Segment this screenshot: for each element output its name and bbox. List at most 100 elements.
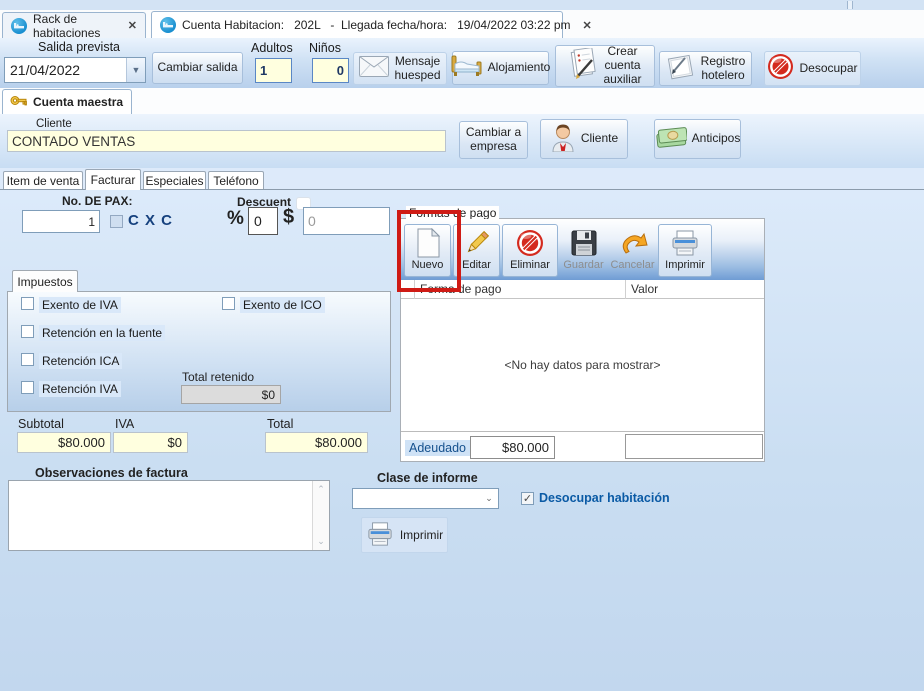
tab-facturar[interactable]: Facturar: [85, 169, 141, 190]
adultos-field[interactable]: 1: [255, 58, 292, 83]
no-entry-icon: [767, 53, 794, 84]
crear-cuenta-auxiliar-button[interactable]: Crear cuenta auxiliar: [555, 45, 655, 87]
undo-icon: [618, 227, 648, 259]
exento-iva-label: Exento de IVA: [39, 297, 121, 313]
tab-cuenta-maestra[interactable]: Cuenta maestra: [2, 89, 132, 114]
total-label: Total: [267, 417, 293, 431]
descuento-dollar-field[interactable]: 0: [303, 207, 390, 235]
ninos-field[interactable]: 0: [312, 58, 349, 83]
total-value: $80.000: [315, 435, 362, 450]
registro-hotelero-button[interactable]: Registro hotelero: [659, 51, 752, 86]
pax-label: No. DE PAX:: [62, 194, 132, 208]
bed-icon: [451, 54, 483, 82]
cliente-label: Cliente: [36, 118, 72, 130]
payment-entry-field[interactable]: [625, 434, 763, 459]
guardar-button[interactable]: Guardar: [560, 224, 607, 277]
person-icon: [550, 122, 576, 156]
observaciones-label: Observaciones de factura: [35, 466, 188, 480]
cambiar-a-empresa-button[interactable]: Cambiar a empresa: [459, 121, 528, 159]
close-icon[interactable]: ✕: [583, 19, 592, 32]
total-retenido-label: Total retenido: [182, 370, 254, 384]
cxc-checkbox[interactable]: [110, 215, 123, 228]
mensaje-huesped-button[interactable]: Mensaje huesped: [353, 52, 447, 85]
salida-prevista-combobox[interactable]: 21/04/2022 ▼: [4, 57, 146, 83]
close-icon[interactable]: ✕: [128, 19, 137, 32]
alojamiento-label: Alojamiento: [488, 61, 551, 75]
retencion-ica-checkbox[interactable]: [21, 353, 34, 366]
exento-ico-label: Exento de ICO: [240, 297, 325, 313]
chevron-down-icon[interactable]: ▼: [126, 58, 145, 82]
tab-item-de-venta[interactable]: Item de venta: [3, 171, 83, 190]
app-window: Rack de habitaciones ✕ Cuenta Habitacion…: [0, 0, 924, 691]
col-forma-de-pago[interactable]: Forma de pago: [420, 282, 501, 296]
ninos-value: 0: [337, 63, 344, 78]
adeudado-field[interactable]: $80.000: [470, 436, 555, 459]
printer-icon: [670, 227, 700, 259]
imprimir-label: Imprimir: [400, 528, 443, 542]
imprimir-fp-button[interactable]: Imprimir: [658, 224, 712, 277]
anticipos-label: Anticipos: [692, 132, 741, 146]
exento-ico-checkbox[interactable]: [222, 297, 235, 310]
retencion-iva-checkbox[interactable]: [21, 381, 34, 394]
mensaje-huesped-label: Mensaje huesped: [394, 55, 440, 83]
desocupar-label: Desocupar: [799, 62, 857, 76]
tab-impuestos[interactable]: Impuestos: [12, 270, 78, 292]
adeudado-label: Adeudado: [405, 440, 470, 456]
eliminar-label: Eliminar: [510, 259, 550, 271]
ninos-label: Niños: [309, 41, 341, 55]
salida-prevista-value: 21/04/2022: [5, 62, 126, 78]
clase-informe-combobox[interactable]: ⌄: [352, 488, 499, 509]
cliente-button[interactable]: Cliente: [540, 119, 628, 159]
adultos-value: 1: [260, 63, 267, 78]
iva-field: $0: [113, 432, 188, 453]
top-splitter: [847, 1, 853, 9]
col-valor[interactable]: Valor: [631, 282, 658, 296]
tab-label: Facturar: [91, 173, 136, 187]
eliminar-button[interactable]: Eliminar: [502, 224, 558, 277]
envelope-icon: [359, 56, 389, 81]
scroll-up-icon[interactable]: ⌃: [317, 484, 325, 495]
cancelar-button[interactable]: Cancelar: [609, 224, 656, 277]
tab-especiales[interactable]: Especiales: [143, 171, 206, 190]
cuenta-maestra-label: Cuenta maestra: [33, 95, 123, 109]
retencion-ica-label: Retención ICA: [39, 353, 122, 369]
nuevo-button[interactable]: Nuevo: [404, 224, 451, 277]
cliente-value: CONTADO VENTAS: [12, 134, 135, 149]
retencion-fuente-checkbox[interactable]: [21, 325, 34, 338]
tab-label: Especiales: [145, 174, 203, 188]
anticipos-button[interactable]: Anticipos: [654, 119, 741, 159]
editar-button[interactable]: Editar: [453, 224, 500, 277]
descuento-percent-field[interactable]: 0: [248, 207, 278, 235]
desocupar-button[interactable]: Desocupar: [764, 51, 861, 86]
alojamiento-button[interactable]: Alojamiento: [452, 51, 549, 85]
editar-label: Editar: [462, 259, 491, 271]
exento-iva-checkbox[interactable]: [21, 297, 34, 310]
payments-table-body: <No hay datos para mostrar>: [401, 299, 764, 432]
tab-rack-de-habitaciones[interactable]: Rack de habitaciones ✕: [2, 12, 146, 38]
percent-value: 0: [254, 213, 262, 229]
tab-label: Cuenta Habitacion: 202L - Llegada fecha/…: [182, 18, 571, 32]
tab-label: Item de venta: [7, 174, 80, 188]
pax-field[interactable]: 1: [22, 210, 100, 233]
clase-informe-label: Clase de informe: [377, 471, 478, 485]
nuevo-label: Nuevo: [412, 259, 444, 271]
scroll-down-icon[interactable]: ⌄: [317, 536, 325, 547]
retencion-fuente-label: Retención en la fuente: [39, 325, 165, 341]
delete-icon: [516, 227, 544, 259]
tab-telefono[interactable]: Teléfono: [208, 171, 264, 190]
chevron-down-icon[interactable]: ⌄: [480, 489, 498, 508]
scrollbar[interactable]: ⌃ ⌄: [312, 481, 329, 550]
cliente-field[interactable]: CONTADO VENTAS: [7, 130, 446, 152]
tab-cuenta-habitacion[interactable]: Cuenta Habitacion: 202L - Llegada fecha/…: [151, 11, 563, 38]
imprimir-button[interactable]: Imprimir: [361, 517, 448, 553]
observaciones-textarea[interactable]: ⌃ ⌄: [8, 480, 330, 551]
dollar-value: 0: [308, 213, 316, 229]
new-page-icon: [415, 227, 441, 259]
cambiar-salida-label: Cambiar salida: [157, 61, 237, 75]
desocupar-habitacion-checkbox[interactable]: ✓: [521, 492, 534, 505]
key-icon: [10, 94, 27, 110]
cambiar-salida-button[interactable]: Cambiar salida: [152, 52, 243, 84]
salida-prevista-label: Salida prevista: [38, 40, 120, 54]
total-retenido-field: $0: [181, 385, 281, 404]
empty-table-message: <No hay datos para mostrar>: [504, 358, 660, 372]
